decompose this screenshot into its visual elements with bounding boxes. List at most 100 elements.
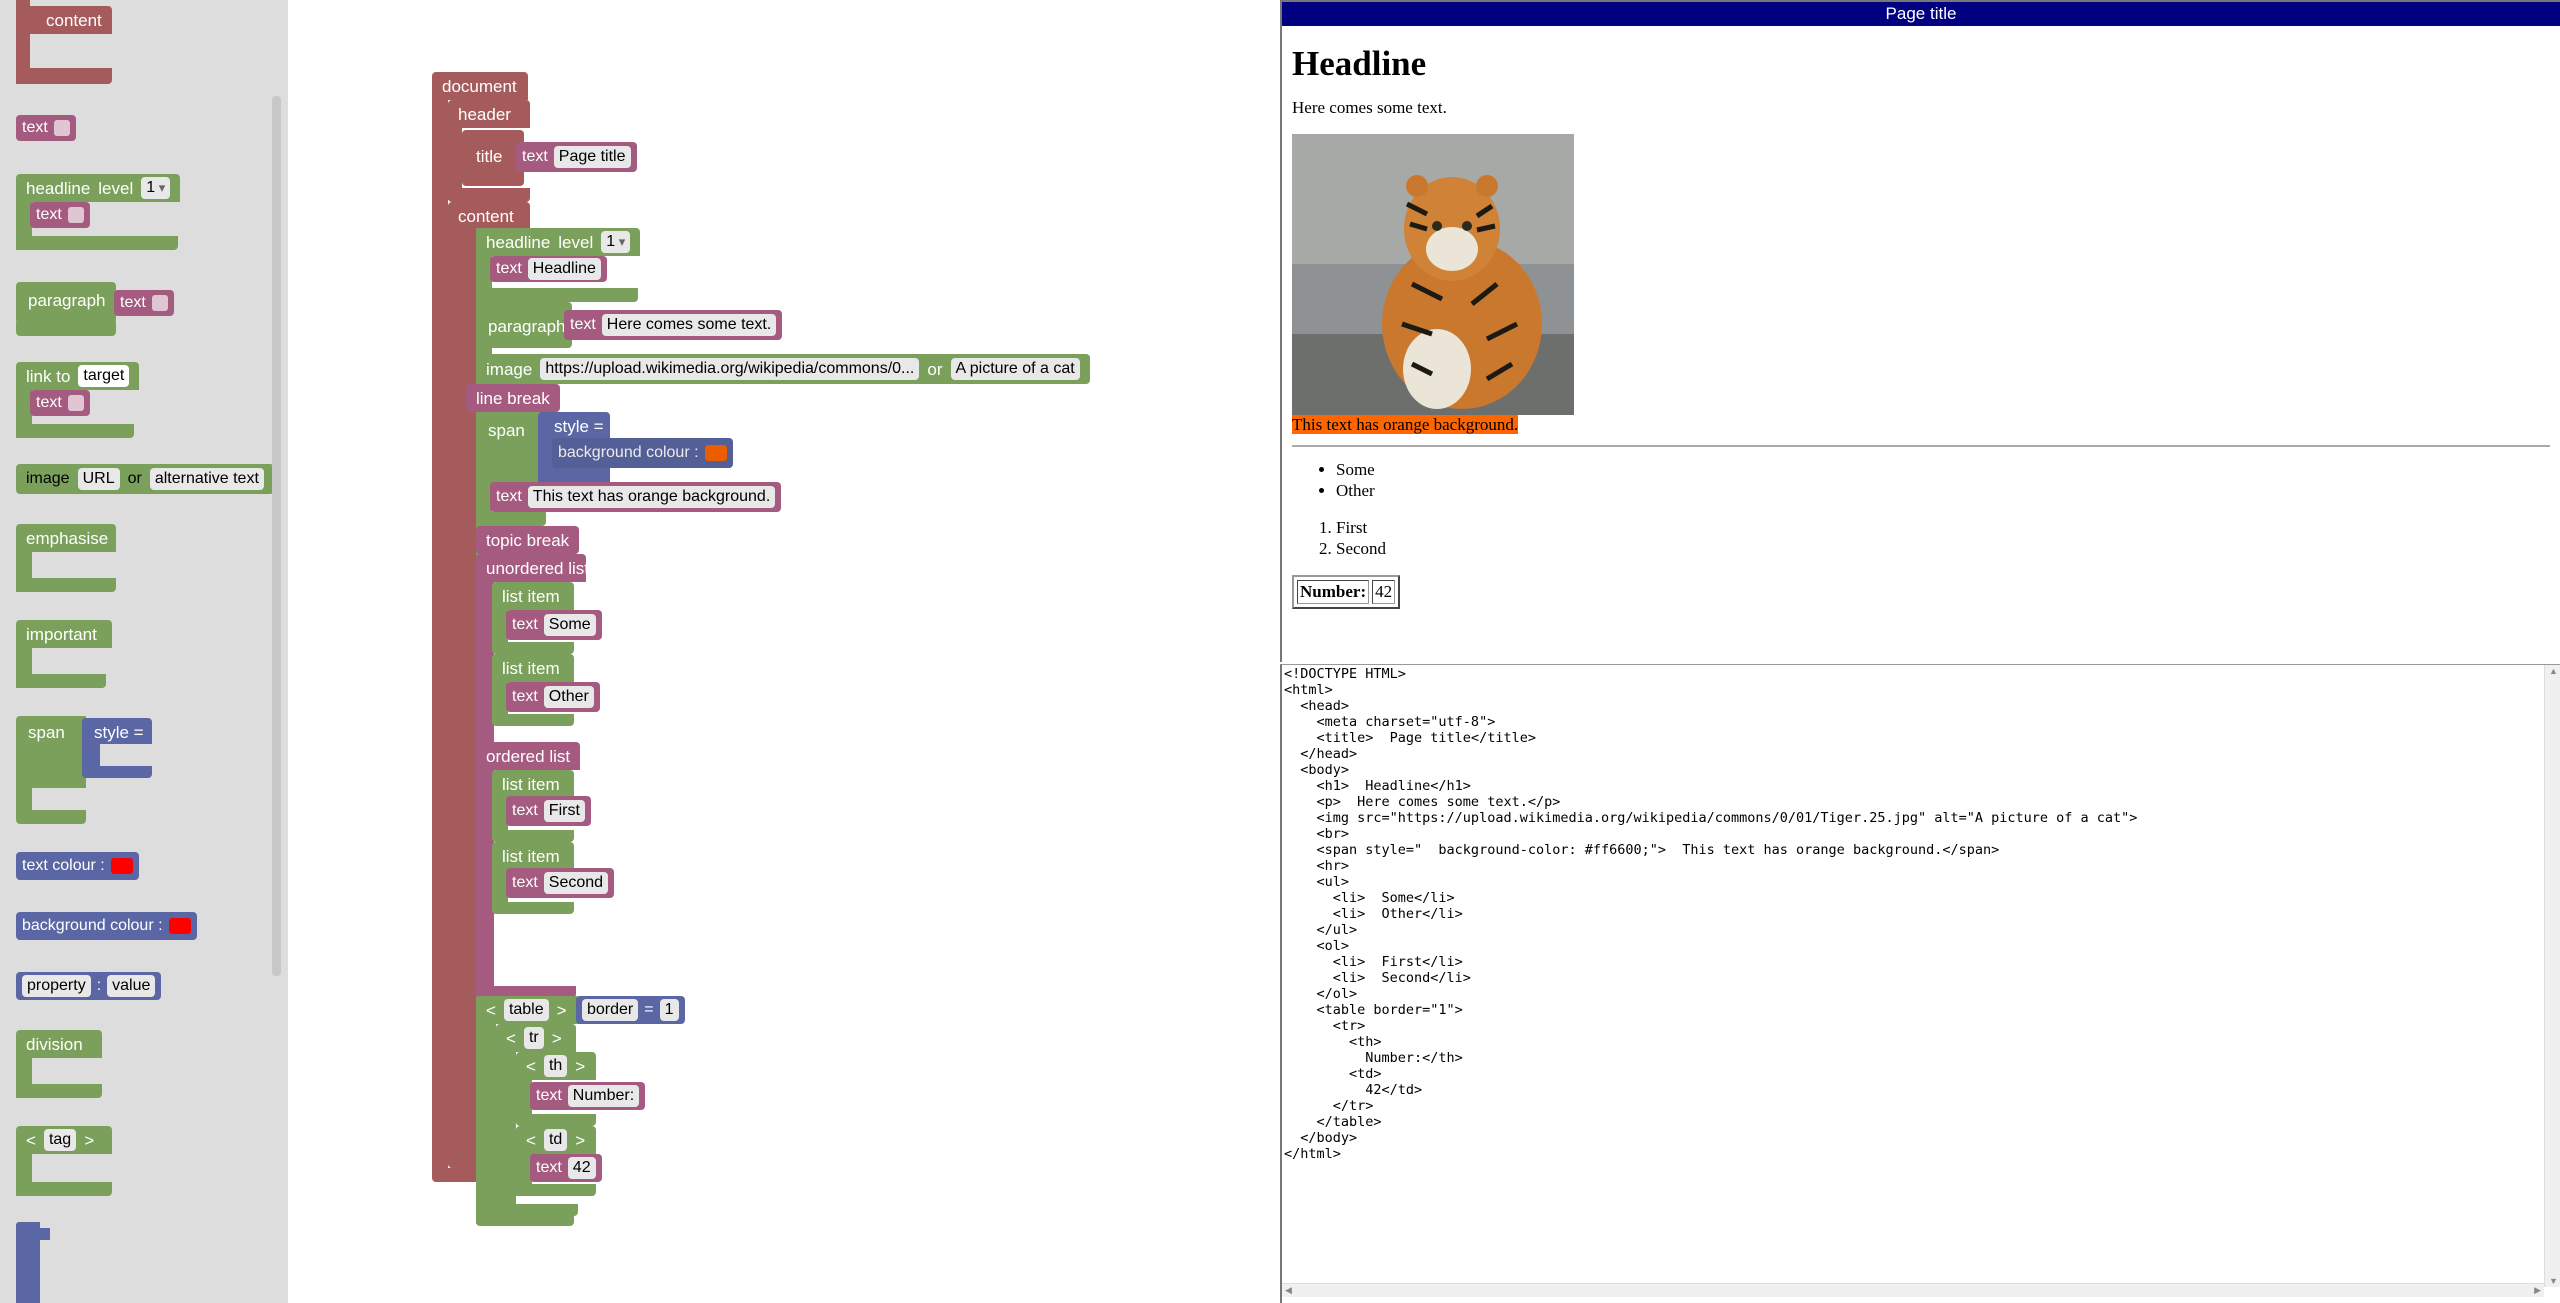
toolbox-level-dropdown[interactable]: 1 [141,177,171,199]
scroll-up-icon[interactable]: ▲ [2549,666,2558,676]
headline-text-label: text [496,260,522,277]
workspace[interactable]: document header title text Page title co… [288,0,1523,1303]
topic-break-block[interactable]: topic break [476,526,580,554]
ol-item-2-field[interactable]: Second [543,872,609,894]
text-empty-field[interactable] [151,295,168,311]
toolbox-link-text-pill[interactable]: text [30,390,90,416]
td-tag-field[interactable]: td [543,1129,568,1151]
toolbox-headline-text-pill[interactable]: text [30,202,90,228]
span-text-field[interactable]: This text has orange background. [527,486,776,508]
scroll-left-icon[interactable]: ◀ [1285,1285,1292,1296]
toolbox-text-block[interactable]: text [16,115,76,141]
ul-item-1-field[interactable]: Some [543,614,596,636]
scroll-right-icon[interactable]: ▶ [2534,1285,2541,1296]
ul-item-2-text-pill[interactable]: text Other [506,682,600,712]
unordered-list-block[interactable]: unordered list [476,554,589,582]
tr-tag-field[interactable]: tr [523,1027,544,1049]
border-value-field[interactable]: 1 [659,999,679,1021]
headline-text-field[interactable]: Headline [527,258,601,280]
scroll-down-icon[interactable]: ▼ [2549,1276,2558,1286]
headline-block[interactable]: headline level 1 [476,228,641,256]
toolbox-span-block[interactable]: span style = [16,716,156,826]
text-empty-field[interactable] [53,120,70,136]
image-block[interactable]: image https://upload.wikimedia.org/wikip… [476,354,1090,384]
ul-item-1-text-pill[interactable]: text Some [506,610,602,640]
ol-item-1-field[interactable]: First [543,800,585,822]
table-tag-block[interactable]: < table > [476,996,580,1024]
html-source-pane[interactable]: <!DOCTYPE HTML> <html> <head> <meta char… [1280,664,2560,1303]
text-empty-field[interactable] [67,207,84,223]
toolbox-image-alt-field[interactable]: alternative text [149,468,264,490]
td-text-pill[interactable]: text 42 [530,1154,602,1182]
toolbox-value-field[interactable]: value [107,975,156,997]
toolbox-image-block[interactable]: image URL or alternative text [16,464,274,494]
toolbox-text-colour-swatch[interactable] [110,858,133,874]
source-vertical-scrollbar[interactable]: ▲ ▼ [2544,665,2560,1287]
ol-item-1-text-pill[interactable]: text First [506,796,591,826]
toolbox-tag-field[interactable]: tag [43,1129,77,1151]
toolbox-partial-block[interactable] [10,1222,50,1303]
toolbox-style-label: style = [94,723,144,742]
toolbox-link-text-label: text [36,394,62,411]
tr-tag-block[interactable]: < tr > [496,1024,576,1052]
toolbox-property-block[interactable]: property : value [16,972,162,1000]
toolbox-paragraph-text-pill[interactable]: text [114,290,174,316]
toolbox-property-field[interactable]: property [22,975,91,997]
toolbox-background-colour-swatch[interactable] [168,918,191,934]
bg-colour-block[interactable]: background colour : [552,438,733,468]
ul-list-item-1[interactable]: list item [492,582,574,610]
preview-ul-item: Other [1336,480,2550,501]
toolbox-link-block[interactable]: link to target text [16,362,140,438]
title-text-field[interactable]: Page title [553,146,631,168]
paragraph-label: paragraph [488,317,566,336]
span-text-pill[interactable]: text This text has orange background. [490,482,782,512]
paragraph-text-pill[interactable]: text Here comes some text. [564,310,783,340]
toolbox-paragraph-block[interactable]: paragraph text [16,282,176,336]
document-label: document [442,76,517,96]
th-tag-block[interactable]: < th > [516,1052,596,1080]
td-text-label: text [536,1159,562,1176]
toolbox-important-block[interactable]: important [16,620,116,688]
ordered-list-block[interactable]: ordered list [476,742,580,770]
th-text-field[interactable]: Number: [567,1085,640,1107]
ol-list-item-2[interactable]: list item [492,842,574,870]
toolbox-headline-block[interactable]: headline level 1 text [16,174,181,250]
toolbox-image-url-field[interactable]: URL [77,468,120,490]
text-empty-field[interactable] [67,395,84,411]
source-horizontal-scrollbar[interactable]: ◀ ▶ [1282,1283,2544,1297]
toolbox-text-label: text [22,119,48,136]
toolbox-background-colour-block[interactable]: background colour : [16,912,197,940]
content-block[interactable]: content [448,202,530,230]
th-tag-field[interactable]: th [543,1055,568,1077]
toolbox-background-colour-label: background colour : [22,917,163,934]
headline-text-pill[interactable]: text Headline [490,256,607,282]
line-break-block[interactable]: line break [466,384,560,412]
toolbox-text-colour-block[interactable]: text colour : [16,852,139,880]
toolbox-emphasise-block[interactable]: emphasise [16,524,118,592]
td-tag-block[interactable]: < td > [516,1126,596,1154]
toolbox-division-block[interactable]: division [16,1030,106,1098]
title-text-pill[interactable]: text Page title [516,142,637,172]
image-alt-field[interactable]: A picture of a cat [950,358,1080,380]
toolbox-important-label: important [26,624,97,644]
html-source-code[interactable]: <!DOCTYPE HTML> <html> <head> <meta char… [1284,666,2542,1286]
ol-item-2-text-pill[interactable]: text Second [506,868,615,898]
preview-title-bar: Page title [1282,2,2560,26]
header-block[interactable]: header [448,100,530,128]
toolbox-tag-block[interactable]: < tag > [16,1126,116,1196]
document-block[interactable]: document header title text Page title co… [432,72,1232,1226]
th-text-pill[interactable]: text Number: [530,1082,646,1110]
border-attr-block[interactable]: border = 1 [576,996,685,1024]
image-url-field[interactable]: https://upload.wikimedia.org/wikipedia/c… [540,358,920,380]
toolbox-link-target-field[interactable]: target [78,365,130,387]
td-text-field[interactable]: 42 [567,1157,596,1179]
table-tag-field[interactable]: table [503,999,549,1021]
border-attr-field[interactable]: border [582,999,639,1021]
ul-item-2-field[interactable]: Other [543,686,594,708]
paragraph-text-field[interactable]: Here comes some text. [601,314,777,336]
toolbox-scrollbar[interactable] [272,96,281,976]
bg-colour-swatch[interactable] [704,445,727,461]
headline-level-dropdown[interactable]: 1 [601,231,631,253]
ol-list-item-1[interactable]: list item [492,770,574,798]
ul-list-item-2[interactable]: list item [492,654,574,682]
